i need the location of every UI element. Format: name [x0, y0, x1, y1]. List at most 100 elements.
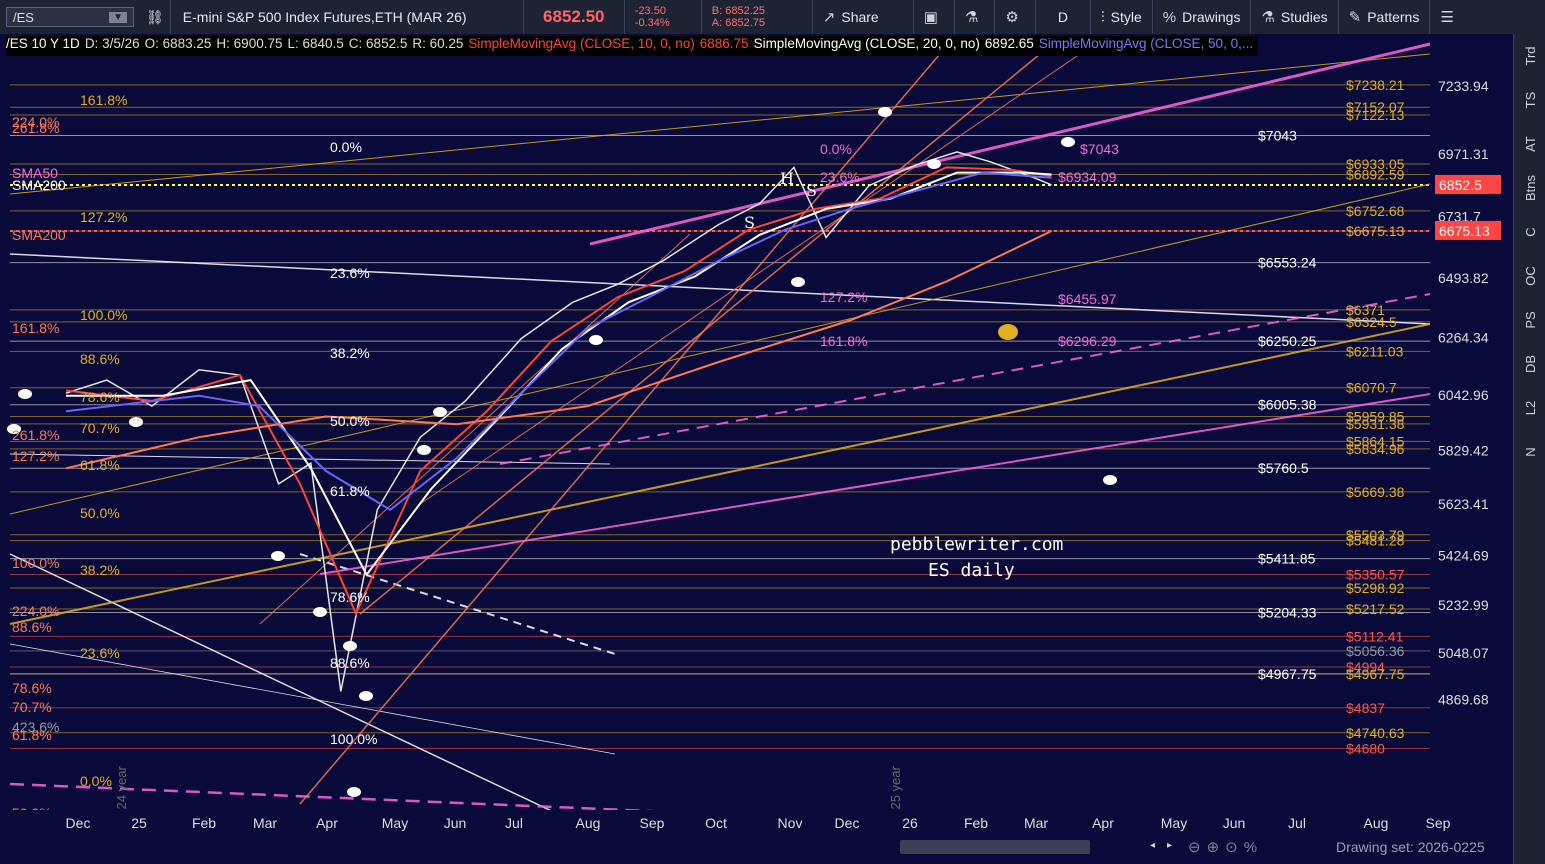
y-tick-label: 6264.34	[1438, 330, 1489, 346]
beaker-icon: ⚗	[964, 9, 979, 26]
fib-label-left: SMA200	[12, 177, 66, 193]
fib-label-mid: 50.0%	[330, 413, 370, 429]
share-label: Share	[841, 9, 879, 25]
interval-button[interactable]: D	[1036, 0, 1091, 34]
magenta-price-label: $6934.09	[1058, 169, 1117, 185]
right-level-label: $5669.38	[1346, 484, 1405, 500]
tab-at[interactable]: AT	[1508, 128, 1545, 160]
watermark-site: pebblewriter.com	[890, 534, 1063, 555]
right-level-label: $6250.25	[1258, 333, 1317, 349]
link-icon[interactable]: ⛓	[140, 0, 171, 34]
percent-icon: %	[1162, 8, 1177, 26]
x-tick-label: 26	[902, 815, 918, 831]
x-tick-label: Nov	[778, 815, 803, 831]
fib-label-left: 261.8%	[12, 427, 59, 443]
legend-sma10: SimpleMovingAvg (CLOSE, 10, 0, no)	[468, 36, 695, 51]
drawings-label: Drawings	[1182, 9, 1241, 25]
y-tick-label: 5623.41	[1438, 496, 1489, 512]
symbol-text: /ES	[13, 9, 34, 25]
x-tick-label: May	[1161, 815, 1187, 831]
beaker-button[interactable]: ⚗	[955, 0, 996, 34]
top-toolbar: /ES ▼ ⛓ E-mini S&P 500 Index Futures,ETH…	[0, 0, 1545, 35]
fib-label-mid: 100.0%	[330, 731, 377, 747]
price-badge-label: 6852.5	[1439, 177, 1482, 193]
right-level-label: $5204.33	[1258, 604, 1317, 620]
menu-button[interactable]: ☰	[1430, 0, 1469, 34]
x-axis: Dec 25 Feb Mar Apr May Jun Jul Aug Sep Oct Nov Dec 26…	[0, 810, 1451, 836]
tab-oc[interactable]: OC	[1508, 260, 1545, 292]
right-level-label: $7238.21	[1346, 77, 1405, 93]
tab-l2[interactable]: L2	[1508, 392, 1545, 424]
fib-label-left: 50.0%	[80, 505, 120, 521]
tab-btns[interactable]: Btns	[1508, 172, 1545, 204]
right-level-label: $4837	[1346, 700, 1385, 716]
right-level-label: $4740.63	[1346, 725, 1405, 741]
pattern-annotation: S	[744, 213, 755, 232]
tab-ps[interactable]: PS	[1508, 304, 1545, 336]
tab-db[interactable]: DB	[1508, 348, 1545, 380]
style-button[interactable]: ⫶ Style	[1091, 0, 1153, 34]
fib-label-left: 88.6%	[80, 351, 120, 367]
pattern-annotation: H	[780, 169, 794, 188]
x-tick-label: Sep	[1426, 815, 1451, 831]
symbol-selector[interactable]: /ES ▼	[6, 7, 134, 27]
candles-icon: ⫶	[1100, 8, 1105, 26]
fib-label-mid: 0.0%	[330, 139, 362, 155]
right-level-label: $6892.59	[1346, 167, 1405, 183]
right-level-label: $7122.13	[1346, 107, 1405, 123]
patterns-button[interactable]: ✎ Patterns	[1339, 0, 1431, 34]
right-level-label: $5056.36	[1346, 643, 1405, 659]
right-level-label: $6675.13	[1346, 223, 1405, 239]
time-scrollbar[interactable]	[900, 840, 1090, 854]
right-sidebar: Trd TS AT Btns C OC PS DB L2 N	[1513, 34, 1545, 864]
price-chart[interactable]: HSS161.8%224.0%261.8%SMA50SMA200127.2%SM…	[0, 34, 1513, 836]
interval-label: D	[1057, 9, 1068, 25]
hamburger-icon: ☰	[1440, 9, 1454, 26]
y-tick-label: 7233.94	[1438, 78, 1489, 94]
right-level-label: $4967.75	[1258, 666, 1317, 682]
screenshot-button[interactable]: ▣	[914, 0, 955, 34]
fib-label-mid: 61.8%	[330, 483, 370, 499]
drawings-button[interactable]: % Drawings	[1153, 0, 1252, 34]
y-tick-label: 5424.69	[1438, 547, 1489, 563]
chevron-down-icon[interactable]: ▼	[109, 11, 127, 23]
tab-ts[interactable]: TS	[1508, 84, 1545, 116]
magenta-price-label: $6455.97	[1058, 291, 1117, 307]
pivot-marker	[271, 551, 285, 561]
right-level-label: $5931.38	[1346, 416, 1405, 432]
tab-trd[interactable]: Trd	[1508, 40, 1545, 72]
pivot-marker	[791, 277, 805, 287]
fib-label-top: 161.8%	[820, 333, 867, 349]
settings-button[interactable]: ⚙	[995, 0, 1036, 34]
fib-label-left: 100.0%	[12, 555, 59, 571]
share-button[interactable]: ↗ Share	[813, 0, 914, 34]
right-level-label: $4680	[1346, 740, 1385, 756]
gear-icon: ⚙	[1005, 9, 1019, 26]
studies-button[interactable]: ⚗ Studies	[1251, 0, 1339, 34]
fib-label-left: 100.0%	[80, 307, 127, 323]
pivot-marker	[433, 407, 447, 417]
right-level-label: $5217.52	[1346, 601, 1405, 617]
fib-label-left: 61.8%	[12, 727, 52, 743]
y-tick-label: 6042.96	[1438, 387, 1489, 403]
right-level-label: $4967.75	[1346, 666, 1405, 682]
zoom-controls[interactable]: ⊖⊕⊙%	[1188, 838, 1263, 856]
right-level-label: $5481.28	[1346, 533, 1405, 549]
tab-c[interactable]: C	[1508, 216, 1545, 248]
x-tick-label: Jun	[1223, 815, 1246, 831]
scroll-arrows[interactable]: ◂▸	[1150, 840, 1184, 851]
fib-label-left: 261.8%	[12, 120, 59, 136]
fib-label-left: 88.6%	[12, 619, 52, 635]
x-tick-label: Feb	[192, 815, 216, 831]
fib-label-mid: 23.6%	[330, 265, 370, 281]
x-tick-label: Apr	[316, 815, 338, 831]
tab-n[interactable]: N	[1508, 436, 1545, 468]
right-level-label: $5411.85	[1258, 551, 1316, 567]
right-level-label: $6211.03	[1346, 343, 1404, 359]
style-label: Style	[1110, 9, 1142, 25]
fib-label-left: 78.6%	[80, 389, 120, 405]
fib-label-left: 127.2%	[12, 448, 59, 464]
fib-label-left: 0.0%	[80, 773, 112, 789]
y-tick-label: 5829.42	[1438, 442, 1489, 458]
fib-label-left: 38.2%	[80, 562, 120, 578]
